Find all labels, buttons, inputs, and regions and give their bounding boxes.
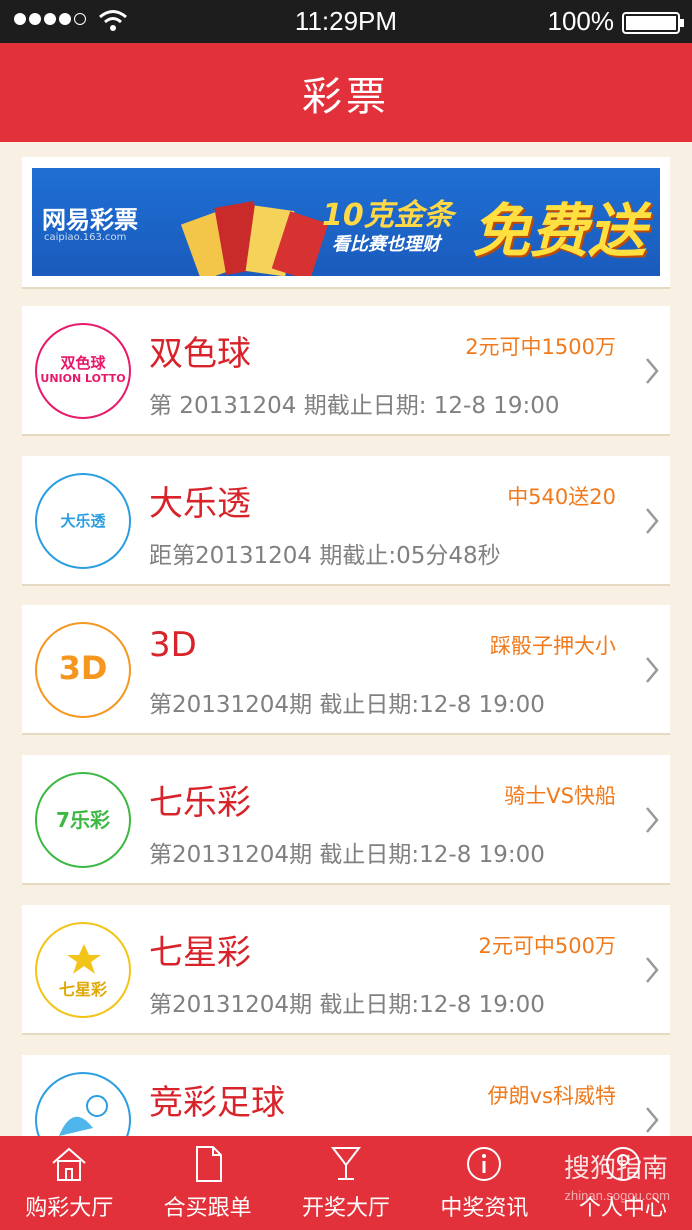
house-icon xyxy=(49,1144,89,1184)
lottery-card-seven-star[interactable]: 七星彩 七星彩 2元可中500万 第20131204期 截止日期:12-8 19… xyxy=(22,905,670,1035)
lottery-info: 第20131204期 截止日期:12-8 19:00 xyxy=(149,692,545,718)
nav-bar: 彩票 xyxy=(0,43,692,142)
chevron-right-icon xyxy=(646,957,659,983)
lottery-name: 双色球 xyxy=(149,334,251,374)
chevron-right-icon xyxy=(646,657,659,683)
lottery-promo: 伊朗vs科威特 xyxy=(487,1084,616,1108)
lottery-card-super-lotto[interactable]: 大乐透 大乐透 中540送20 距第20131204 期截止:05分48秒 xyxy=(22,456,670,586)
lottery-info: 距第20131204 期截止:05分48秒 xyxy=(149,543,501,569)
lottery-info: 第20131204期 截止日期:12-8 19:00 xyxy=(149,992,545,1018)
banner-subtitle: 看比赛也理财 xyxy=(332,234,440,255)
lottery-promo: 2元可中500万 xyxy=(478,934,616,958)
chevron-right-icon xyxy=(646,1107,659,1133)
super-lotto-icon: 大乐透 xyxy=(35,473,131,569)
page-title: 彩票 xyxy=(302,73,390,120)
promo-banner[interactable]: 网易彩票 caipiao.163.com 10克金条 看比赛也理财 免费送 xyxy=(32,168,660,276)
tab-winning-news[interactable]: 中奖资讯 xyxy=(415,1136,553,1230)
chevron-right-icon xyxy=(646,358,659,384)
tab-draw-results[interactable]: 开奖大厅 xyxy=(277,1136,415,1230)
tab-group-buy[interactable]: 合买跟单 xyxy=(138,1136,276,1230)
lottery-card-3d[interactable]: 3D 3D 踩骰子押大小 第20131204期 截止日期:12-8 19:00 xyxy=(22,605,670,735)
seven-happy-icon: 7乐彩 xyxy=(35,772,131,868)
banner-logo: 网易彩票 xyxy=(42,206,138,234)
lottery-promo: 2元可中1500万 xyxy=(465,335,616,359)
banner-free-text: 免费送 xyxy=(472,197,647,265)
gold-bars-icon xyxy=(180,201,329,276)
seven-star-icon: 七星彩 xyxy=(35,922,131,1018)
lottery-promo: 中540送20 xyxy=(507,485,616,509)
lottery-info: 第20131204期 截止日期:12-8 19:00 xyxy=(149,842,545,868)
lottery-name: 3D xyxy=(149,625,197,665)
3d-lottery-icon: 3D xyxy=(35,622,131,718)
lottery-card-union-lotto[interactable]: 双色球 UNION LOTTO 双色球 2元可中1500万 第 20131204… xyxy=(22,306,670,436)
lottery-name: 七星彩 xyxy=(149,933,251,973)
document-icon xyxy=(191,1144,225,1184)
tab-label: 合买跟单 xyxy=(163,1196,252,1221)
chevron-right-icon xyxy=(646,508,659,534)
lottery-name: 竞彩足球 xyxy=(149,1083,285,1123)
info-icon xyxy=(465,1144,503,1184)
lottery-promo: 踩骰子押大小 xyxy=(490,634,616,658)
union-lotto-icon: 双色球 UNION LOTTO xyxy=(35,323,131,419)
banner-site: caipiao.163.com xyxy=(44,232,127,243)
lottery-info: 第 20131204 期截止日期: 12-8 19:00 xyxy=(149,393,560,419)
banner-headline: 10克金条 xyxy=(322,198,454,233)
tab-label: 开奖大厅 xyxy=(302,1196,391,1221)
watermark-url: zhinan.sogou.com xyxy=(564,1188,670,1203)
lottery-name: 七乐彩 xyxy=(149,783,251,823)
lottery-card-seven-happy[interactable]: 7乐彩 七乐彩 骑士VS快船 第20131204期 截止日期:12-8 19:0… xyxy=(22,755,670,885)
battery-icon xyxy=(622,12,684,34)
status-bar: 11:29PM 100% xyxy=(0,0,692,43)
banner-container: 网易彩票 caipiao.163.com 10克金条 看比赛也理财 免费送 xyxy=(22,157,670,289)
tab-label: 购彩大厅 xyxy=(25,1196,114,1221)
tab-label: 中奖资讯 xyxy=(440,1196,529,1221)
battery-percentage: 100% xyxy=(547,6,615,36)
lottery-promo: 骑士VS快船 xyxy=(504,784,616,808)
trophy-cup-icon xyxy=(329,1144,363,1184)
lottery-name: 大乐透 xyxy=(149,484,251,524)
watermark: 搜狗指南 xyxy=(563,1154,668,1184)
tab-lottery-hall[interactable]: 购彩大厅 xyxy=(0,1136,138,1230)
chevron-right-icon xyxy=(646,807,659,833)
